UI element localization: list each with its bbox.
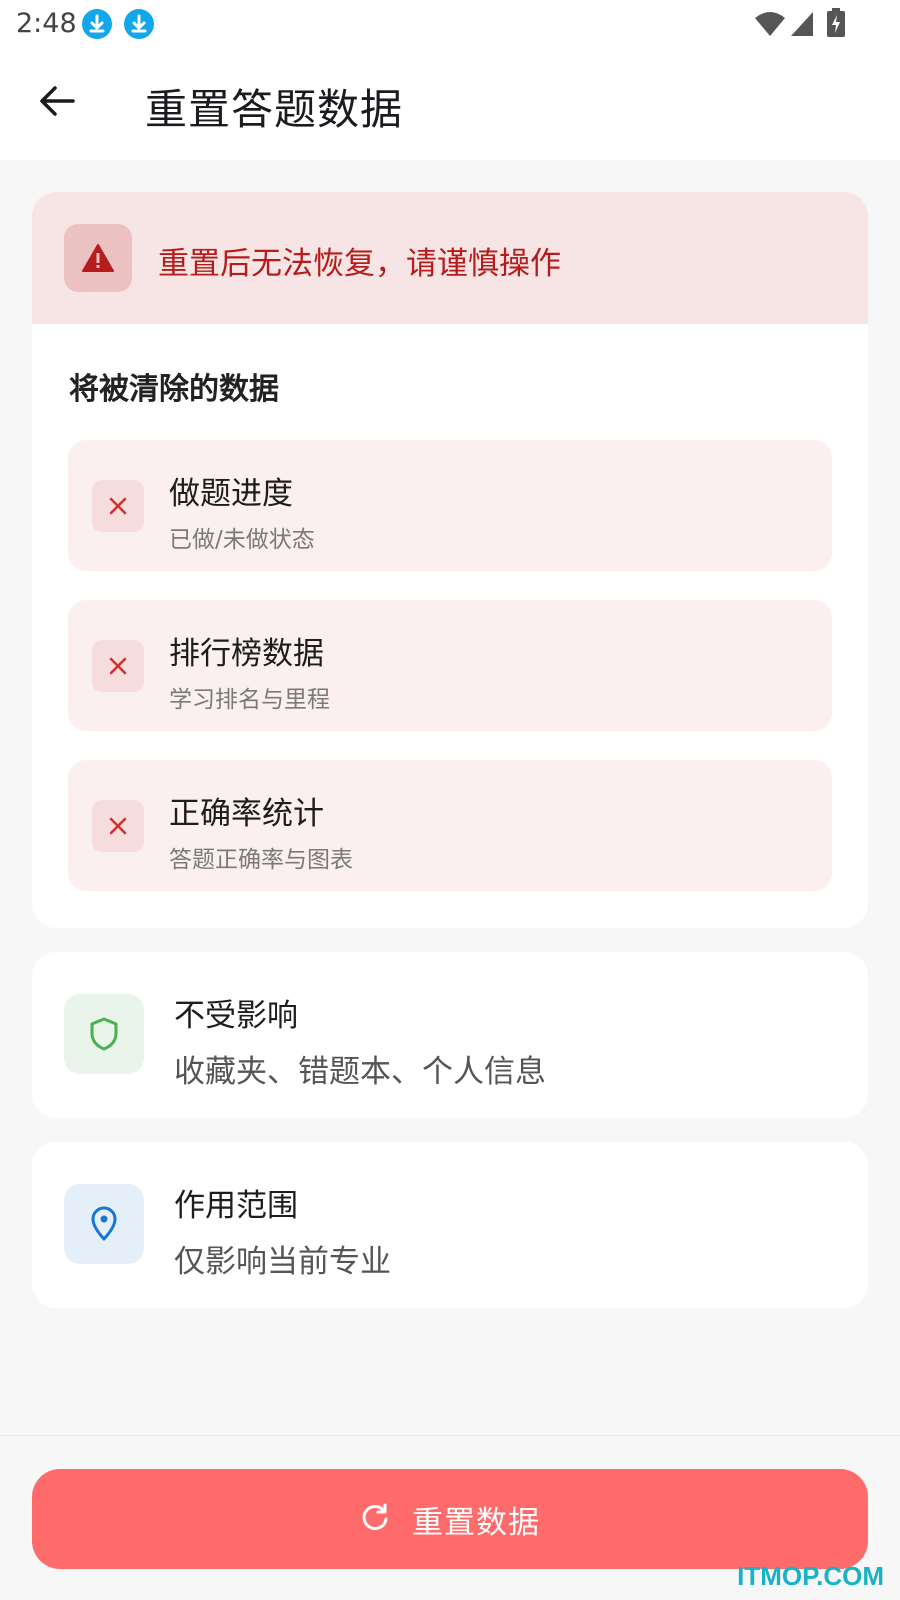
item-title: 排行榜数据 (169, 636, 324, 672)
item-title: 正确率统计 (169, 796, 324, 832)
download-icon (82, 9, 112, 39)
cleared-data-card: 重置后无法恢复，请谨慎操作 将被清除的数据 做题进度 已做/未做状态 排行榜数据… (32, 192, 868, 928)
unaffected-subtitle: 收藏夹、错题本、个人信息 (174, 1054, 546, 1090)
item-subtitle: 已做/未做状态 (169, 527, 315, 553)
unaffected-title: 不受影响 (174, 998, 298, 1034)
arrow-left-icon (39, 85, 75, 121)
close-icon (92, 480, 144, 532)
watermark: ITMOP.COM (737, 1561, 884, 1591)
item-title: 做题进度 (169, 476, 293, 512)
battery-charging-icon (826, 8, 846, 42)
warning-triangle-icon (64, 224, 132, 292)
download-icon (124, 9, 154, 39)
item-subtitle: 学习排名与里程 (169, 687, 330, 713)
status-time: 2:48 (16, 8, 77, 39)
signal-icon (789, 10, 815, 42)
wifi-icon (754, 10, 786, 42)
list-item-accuracy: 正确率统计 答题正确率与图表 (68, 760, 832, 891)
warning-banner: 重置后无法恢复，请谨慎操作 (32, 192, 868, 324)
shield-icon (64, 994, 144, 1074)
back-button[interactable] (28, 74, 86, 132)
warning-text: 重置后无法恢复，请谨慎操作 (158, 246, 561, 282)
page-title: 重置答题数据 (145, 85, 404, 134)
list-item-progress: 做题进度 已做/未做状态 (68, 440, 832, 571)
scope-subtitle: 仅影响当前专业 (174, 1244, 391, 1280)
reset-data-button[interactable]: 重置数据 (32, 1469, 868, 1569)
reset-button-label: 重置数据 (412, 1504, 540, 1541)
list-item-leaderboard: 排行榜数据 学习排名与里程 (68, 600, 832, 731)
close-icon (92, 800, 144, 852)
unaffected-card: 不受影响 收藏夹、错题本、个人信息 (32, 952, 868, 1118)
scope-card: 作用范围 仅影响当前专业 (32, 1142, 868, 1308)
status-bar: 2:48 (0, 0, 900, 50)
close-icon (92, 640, 144, 692)
scope-title: 作用范围 (174, 1188, 298, 1224)
location-pin-icon (64, 1184, 144, 1264)
refresh-icon (360, 1502, 390, 1536)
section-heading: 将被清除的数据 (69, 372, 279, 407)
app-bar: 重置答题数据 (0, 50, 900, 160)
item-subtitle: 答题正确率与图表 (169, 847, 353, 873)
